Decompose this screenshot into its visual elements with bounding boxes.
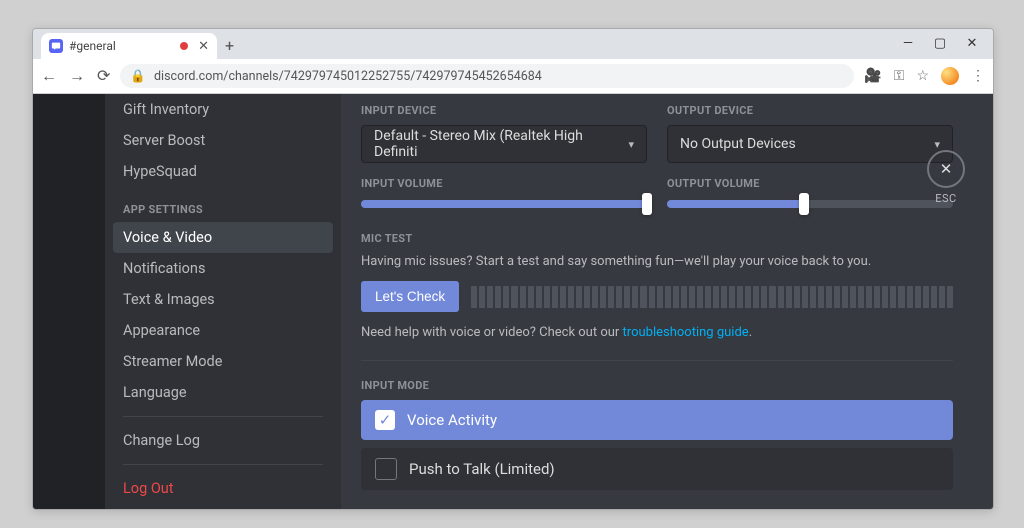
server-bar [33, 94, 105, 509]
input-volume-slider[interactable] [361, 200, 647, 208]
new-tab-button[interactable]: + [225, 36, 234, 59]
forward-button[interactable]: → [69, 66, 85, 86]
mic-test-label: MIC TEST [361, 232, 953, 245]
close-tab-button[interactable]: ✕ [198, 39, 209, 54]
sidebar-divider [123, 464, 323, 465]
troubleshooting-link[interactable]: troubleshooting guide [623, 325, 749, 340]
settings-main: INPUT DEVICE Default - Stereo Mix (Realt… [341, 94, 993, 509]
input-volume-label: INPUT VOLUME [361, 177, 647, 190]
input-device-label: INPUT DEVICE [361, 104, 647, 117]
recording-indicator [180, 42, 188, 50]
input-device-value: Default - Stereo Mix (Realtek High Defin… [374, 128, 628, 160]
close-window-button[interactable]: ✕ [963, 36, 981, 51]
lock-icon: 🔒 [130, 69, 146, 84]
checkbox-unchecked-icon [375, 458, 397, 480]
close-settings: ✕ ESC [927, 150, 965, 205]
sidebar-item-gift-inventory[interactable]: Gift Inventory [113, 94, 333, 125]
input-device-select[interactable]: Default - Stereo Mix (Realtek High Defin… [361, 125, 647, 163]
sidebar-item-server-boost[interactable]: Server Boost [113, 125, 333, 156]
titlebar: #general ✕ + — ▢ ✕ [33, 29, 993, 59]
menu-icon[interactable]: ⋮ [971, 68, 985, 84]
output-device-label: OUTPUT DEVICE [667, 104, 953, 117]
back-button[interactable]: ← [41, 66, 57, 86]
window-controls: — ▢ ✕ [899, 36, 987, 59]
sidebar-divider [123, 416, 323, 417]
sidebar-item-language[interactable]: Language [113, 377, 333, 408]
voice-activity-label: Voice Activity [407, 411, 497, 429]
sidebar-item-changelog[interactable]: Change Log [113, 425, 333, 456]
sidebar-item-hypesquad[interactable]: HypeSquad [113, 156, 333, 187]
mic-test-help: Having mic issues? Start a test and say … [361, 253, 953, 271]
sidebar-item-voice-video[interactable]: Voice & Video [113, 222, 333, 253]
esc-label: ESC [927, 192, 965, 205]
output-volume-slider[interactable] [667, 200, 953, 208]
address-bar[interactable]: 🔒 discord.com/channels/74297974501225275… [120, 64, 854, 88]
tab-title: #general [69, 39, 116, 53]
troubleshoot-text: Need help with voice or video? Check out… [361, 324, 953, 342]
reload-button[interactable]: ⟳ [97, 66, 110, 86]
toolbar-right: 🎥 ⚿ ☆ ⋮ [864, 67, 985, 85]
lets-check-button[interactable]: Let's Check [361, 281, 459, 312]
url-text: discord.com/channels/742979745012252755/… [154, 69, 542, 84]
key-icon[interactable]: ⚿ [894, 68, 905, 84]
divider [361, 360, 953, 361]
settings-sidebar: Gift Inventory Server Boost HypeSquad AP… [105, 94, 341, 509]
close-settings-button[interactable]: ✕ [927, 150, 965, 188]
discord-favicon [49, 39, 63, 53]
input-mode-push-to-talk[interactable]: Push to Talk (Limited) [361, 448, 953, 490]
sidebar-item-text-images[interactable]: Text & Images [113, 284, 333, 315]
mic-test-row: Let's Check [361, 281, 953, 312]
browser-toolbar: ← → ⟳ 🔒 discord.com/channels/74297974501… [33, 59, 993, 94]
tab-strip: #general ✕ + [33, 29, 234, 59]
camera-icon[interactable]: 🎥 [864, 68, 881, 84]
checkbox-checked-icon: ✓ [375, 410, 395, 430]
sidebar-item-notifications[interactable]: Notifications [113, 253, 333, 284]
mic-level-meter [471, 286, 953, 308]
profile-avatar[interactable] [941, 67, 959, 85]
output-device-value: No Output Devices [680, 136, 796, 152]
bookmark-star-icon[interactable]: ☆ [916, 68, 929, 84]
minimize-button[interactable]: — [899, 36, 917, 51]
browser-tab[interactable]: #general ✕ [41, 33, 217, 59]
input-sensitivity-label: INPUT SENSITIVITY [361, 508, 953, 509]
input-mode-voice-activity[interactable]: ✓ Voice Activity [361, 400, 953, 440]
chevron-down-icon: ▾ [628, 138, 634, 151]
sidebar-item-streamer-mode[interactable]: Streamer Mode [113, 346, 333, 377]
sidebar-item-appearance[interactable]: Appearance [113, 315, 333, 346]
discord-app: Gift Inventory Server Boost HypeSquad AP… [33, 94, 993, 509]
output-device-select[interactable]: No Output Devices ▾ [667, 125, 953, 163]
sidebar-header-app-settings: APP SETTINGS [113, 187, 333, 222]
input-mode-label: INPUT MODE [361, 379, 953, 392]
sidebar-item-logout[interactable]: Log Out [113, 473, 333, 504]
social-links [113, 504, 333, 509]
push-to-talk-label: Push to Talk (Limited) [409, 460, 555, 478]
browser-window: #general ✕ + — ▢ ✕ ← → ⟳ 🔒 discord.com/c… [32, 28, 994, 510]
chevron-down-icon: ▾ [934, 138, 940, 151]
output-volume-label: OUTPUT VOLUME [667, 177, 953, 190]
maximize-button[interactable]: ▢ [931, 36, 949, 51]
nav-buttons: ← → ⟳ [41, 66, 110, 86]
